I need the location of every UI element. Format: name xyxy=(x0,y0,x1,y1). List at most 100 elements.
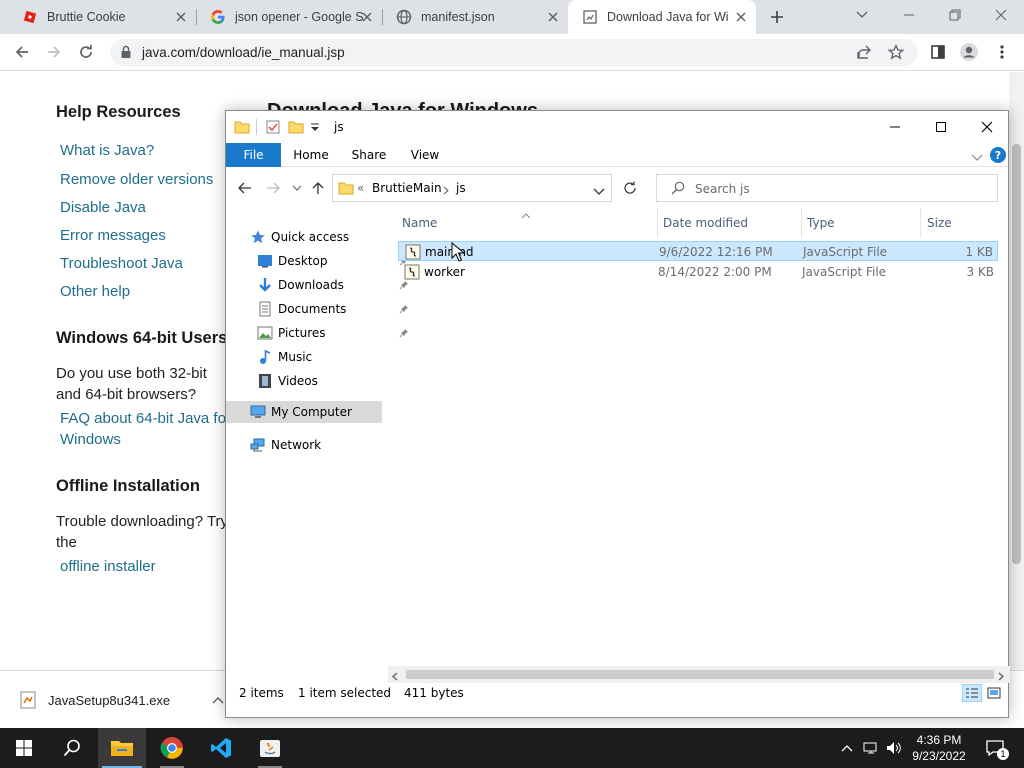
file-row-mainind[interactable]: mainind 9/6/2022 12:16 PM JavaScript Fil… xyxy=(398,241,998,261)
profile-avatar-icon[interactable] xyxy=(959,42,979,62)
file-date: 9/6/2022 12:16 PM xyxy=(659,245,773,259)
file-row-worker[interactable]: worker 8/14/2022 2:00 PM JavaScript File… xyxy=(398,262,998,282)
up-folder-button[interactable] xyxy=(309,179,327,197)
file-list-horizontal-scrollbar[interactable] xyxy=(388,666,1010,683)
reload-button[interactable] xyxy=(74,40,98,64)
column-divider[interactable] xyxy=(801,208,802,238)
remove-older-versions-link[interactable]: Remove older versions xyxy=(60,171,213,188)
ribbon-tab-view[interactable]: View xyxy=(400,143,450,167)
breadcrumb-chevron-icon[interactable] xyxy=(443,184,449,198)
column-header-type[interactable]: Type xyxy=(807,216,835,230)
volume-icon[interactable] xyxy=(884,728,904,768)
recent-locations-button[interactable] xyxy=(288,179,306,197)
horizontal-scrollbar-thumb[interactable] xyxy=(406,670,994,679)
troubleshoot-java-link[interactable]: Troubleshoot Java xyxy=(60,255,183,272)
network-status-icon[interactable] xyxy=(860,728,882,768)
expand-ribbon-icon[interactable] xyxy=(971,151,983,165)
download-item[interactable]: JavaSetup8u341.exe xyxy=(20,691,224,709)
nav-videos[interactable]: Videos xyxy=(257,370,318,392)
minimize-button[interactable] xyxy=(886,0,932,30)
back-button[interactable] xyxy=(10,40,34,64)
error-messages-link[interactable]: Error messages xyxy=(60,227,166,244)
explorer-maximize-button[interactable] xyxy=(918,111,964,143)
taskbar-clock[interactable]: 4:36 PM 9/23/2022 xyxy=(906,732,972,764)
close-tab-icon[interactable] xyxy=(360,10,374,24)
explorer-minimize-button[interactable] xyxy=(872,111,918,143)
column-header-size[interactable]: Size xyxy=(927,216,952,230)
explorer-back-button[interactable] xyxy=(236,179,254,197)
bookmark-star-icon[interactable] xyxy=(887,43,905,63)
share-icon[interactable] xyxy=(856,44,872,63)
new-folder-icon[interactable] xyxy=(288,120,304,137)
explorer-search-box[interactable]: Search js xyxy=(656,174,998,202)
taskbar-vscode[interactable] xyxy=(197,728,245,768)
forward-button[interactable] xyxy=(42,40,66,64)
chevron-up-icon[interactable] xyxy=(212,696,224,704)
help-icon[interactable]: ? xyxy=(990,147,1006,166)
taskbar-java-installer[interactable] xyxy=(246,728,294,768)
address-bar[interactable]: java.com/download/ie_manual.jsp xyxy=(110,39,918,66)
offline-installer-link[interactable]: offline installer xyxy=(60,558,156,575)
nav-desktop[interactable]: Desktop xyxy=(257,250,408,272)
restore-button[interactable] xyxy=(932,0,978,30)
side-panel-icon[interactable] xyxy=(928,42,948,62)
close-tab-icon[interactable] xyxy=(174,10,188,24)
tab-manifest-json[interactable]: manifest.json xyxy=(382,0,568,34)
nav-pictures[interactable]: Pictures xyxy=(257,322,408,344)
tab-bruttie-cookie[interactable]: Bruttie Cookie xyxy=(8,0,196,34)
customize-toolbar-icon[interactable] xyxy=(310,122,320,136)
breadcrumb-overflow[interactable]: « xyxy=(357,181,364,195)
scroll-left-icon[interactable] xyxy=(392,670,398,684)
explorer-refresh-button[interactable] xyxy=(616,175,644,201)
properties-icon[interactable] xyxy=(266,120,280,137)
breadcrumb-js[interactable]: js xyxy=(456,181,466,195)
faq-64bit-link[interactable]: FAQ about 64-bit Java fo xyxy=(60,410,226,427)
status-size: 411 bytes xyxy=(404,686,464,700)
column-header-date[interactable]: Date modified xyxy=(663,216,748,230)
faq-64bit-link-line2[interactable]: Windows xyxy=(60,431,121,448)
start-button[interactable] xyxy=(0,728,48,768)
page-scrollbar-thumb[interactable] xyxy=(1012,144,1021,564)
mouse-cursor-icon xyxy=(451,241,466,265)
address-dropdown-icon[interactable] xyxy=(593,185,605,199)
ribbon-tab-file[interactable]: File xyxy=(226,143,281,167)
other-help-link[interactable]: Other help xyxy=(60,283,130,300)
column-header-name[interactable]: Name xyxy=(402,216,437,230)
nav-network[interactable]: Network xyxy=(250,434,321,456)
column-divider[interactable] xyxy=(920,208,921,238)
close-window-button[interactable] xyxy=(978,0,1024,30)
tab-search-button[interactable] xyxy=(840,0,884,30)
explorer-forward-button[interactable] xyxy=(264,179,282,197)
what-is-java-link[interactable]: What is Java? xyxy=(60,142,154,159)
tab-json-opener[interactable]: json opener - Google S xyxy=(196,0,382,34)
large-icons-view-button[interactable] xyxy=(984,684,1004,702)
close-tab-icon[interactable] xyxy=(546,10,560,24)
close-tab-icon[interactable] xyxy=(734,10,748,24)
show-hidden-icons-button[interactable] xyxy=(838,728,856,768)
ribbon-tab-home[interactable]: Home xyxy=(286,143,336,167)
taskbar-chrome[interactable] xyxy=(148,728,196,768)
tab-download-java[interactable]: Download Java for Wi xyxy=(568,0,756,34)
breadcrumb-bruttiemain[interactable]: BruttieMain xyxy=(372,181,442,195)
nav-documents[interactable]: Documents xyxy=(257,298,408,320)
column-divider[interactable] xyxy=(657,208,658,238)
scroll-right-icon[interactable] xyxy=(998,670,1004,684)
taskbar-search-button[interactable] xyxy=(48,728,96,768)
nav-quick-access[interactable]: Quick access xyxy=(250,226,349,248)
notification-center-button[interactable]: 1 xyxy=(980,728,1010,768)
explorer-title-bar: js xyxy=(226,111,1008,143)
taskbar-file-explorer[interactable] xyxy=(98,728,146,768)
nav-downloads[interactable]: Downloads xyxy=(257,274,408,296)
explorer-ribbon: File Home Share View ? xyxy=(226,143,1008,167)
page-scrollbar[interactable] xyxy=(1009,72,1024,670)
explorer-close-button[interactable] xyxy=(964,111,1010,143)
browser-menu-icon[interactable] xyxy=(992,42,1012,62)
explorer-address-bar[interactable]: « BruttieMain js xyxy=(332,174,636,202)
nav-my-computer[interactable]: My Computer xyxy=(226,401,382,423)
nav-music[interactable]: Music xyxy=(257,346,312,368)
tab-title: json opener - Google S xyxy=(235,10,363,24)
ribbon-tab-share[interactable]: Share xyxy=(344,143,394,167)
new-tab-button[interactable] xyxy=(766,6,788,28)
details-view-button[interactable] xyxy=(962,684,982,702)
disable-java-link[interactable]: Disable Java xyxy=(60,199,146,216)
